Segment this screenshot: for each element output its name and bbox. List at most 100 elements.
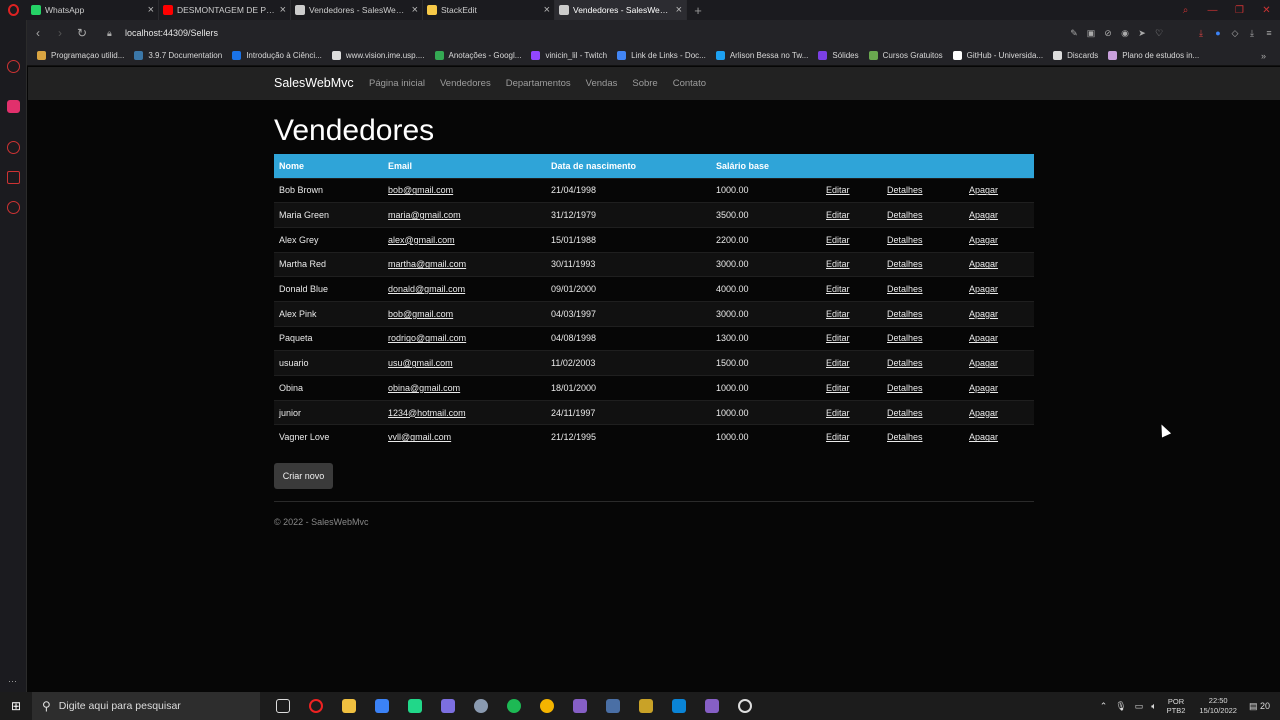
downloads-icon[interactable]: ⤓: [1247, 28, 1257, 38]
instagram-icon[interactable]: [7, 100, 20, 113]
send-icon[interactable]: ➤: [1137, 28, 1147, 38]
cube-icon[interactable]: ◇: [1230, 28, 1240, 38]
network-icon[interactable]: ▭: [1135, 701, 1144, 712]
seller-email-link[interactable]: bob@gmail.com: [388, 309, 453, 319]
details-link[interactable]: Detalhes: [887, 185, 923, 195]
browser-tab[interactable]: WhatsApp ×: [27, 0, 159, 20]
opera-menu-icon[interactable]: [0, 0, 27, 20]
volume-icon[interactable]: 🔈︎: [1151, 701, 1156, 712]
nav-link[interactable]: Contato: [673, 78, 706, 89]
visual-studio-2-icon[interactable]: [695, 692, 728, 720]
url-field[interactable]: localhost:44309/Sellers: [125, 28, 218, 38]
nav-link[interactable]: Vendedores: [440, 78, 491, 89]
forward-icon[interactable]: ›: [49, 26, 71, 40]
visual-studio-icon[interactable]: [563, 692, 596, 720]
bookmark-item[interactable]: Introdução à Ciênci...: [232, 51, 322, 60]
bookmark-item[interactable]: Anotações - Googl...: [434, 51, 521, 60]
browser-tab[interactable]: Vendedores - SalesWebMvc ×: [555, 0, 687, 20]
bookmark-item[interactable]: GitHub - Universida...: [952, 51, 1043, 60]
edit-link[interactable]: Editar: [826, 408, 850, 418]
history-icon[interactable]: [7, 141, 20, 154]
details-link[interactable]: Detalhes: [887, 210, 923, 220]
seller-email-link[interactable]: rodrigo@gmail.com: [388, 333, 466, 343]
speed-dial-icon[interactable]: [7, 60, 20, 73]
seller-email-link[interactable]: vvll@gmail.com: [388, 432, 451, 442]
tab-close-icon[interactable]: ×: [148, 4, 154, 16]
extensions-icon[interactable]: [7, 171, 20, 184]
delete-link[interactable]: Apagar: [969, 284, 998, 294]
delete-link[interactable]: Apagar: [969, 408, 998, 418]
vpn-icon[interactable]: ●: [1213, 28, 1223, 38]
details-link[interactable]: Detalhes: [887, 235, 923, 245]
settings-icon[interactable]: [7, 201, 20, 214]
seller-email-link[interactable]: obina@gmail.com: [388, 383, 460, 393]
bookmark-item[interactable]: Programaçao utilid...: [37, 51, 124, 60]
seller-email-link[interactable]: bob@gmail.com: [388, 185, 453, 195]
language-indicator[interactable]: POR PTB2: [1167, 697, 1186, 715]
edit-link[interactable]: Editar: [826, 333, 850, 343]
taskbar-search[interactable]: ⚲ Digite aqui para pesquisar: [32, 692, 260, 720]
delete-link[interactable]: Apagar: [969, 210, 998, 220]
bookmark-item[interactable]: Link de Links - Doc...: [617, 51, 706, 60]
git-icon[interactable]: [629, 692, 662, 720]
tab-close-icon[interactable]: ×: [544, 4, 550, 16]
nav-link[interactable]: Vendas: [586, 78, 618, 89]
close-window-button[interactable]: ✕: [1253, 0, 1280, 20]
bookmark-item[interactable]: www.vision.ime.usp....: [331, 51, 425, 60]
edit-link[interactable]: Editar: [826, 235, 850, 245]
edit-link[interactable]: Editar: [826, 383, 850, 393]
delete-link[interactable]: Apagar: [969, 432, 998, 442]
restore-button[interactable]: ❐: [1226, 0, 1253, 20]
edit-link[interactable]: Editar: [826, 185, 850, 195]
browser-tab[interactable]: StackEdit ×: [423, 0, 555, 20]
details-link[interactable]: Detalhes: [887, 284, 923, 294]
bookmark-item[interactable]: 3.9.7 Documentation: [134, 51, 222, 60]
heart-icon[interactable]: ♡: [1154, 28, 1164, 38]
bookmark-item[interactable]: Sólides: [818, 51, 859, 60]
app-icon-grey[interactable]: [464, 692, 497, 720]
new-tab-button[interactable]: +: [687, 0, 709, 20]
details-link[interactable]: Detalhes: [887, 432, 923, 442]
bookmark-item[interactable]: Discards: [1053, 51, 1098, 60]
edit-link[interactable]: Editar: [826, 259, 850, 269]
edit-icon[interactable]: ✎: [1069, 28, 1079, 38]
edit-link[interactable]: Editar: [826, 309, 850, 319]
file-explorer-icon[interactable]: [332, 692, 365, 720]
nav-link[interactable]: Página inicial: [369, 78, 425, 89]
seller-email-link[interactable]: 1234@hotmail.com: [388, 408, 466, 418]
nav-link[interactable]: Sobre: [632, 78, 657, 89]
delete-link[interactable]: Apagar: [969, 309, 998, 319]
delete-link[interactable]: Apagar: [969, 259, 998, 269]
vscode-icon[interactable]: [662, 692, 695, 720]
delete-link[interactable]: Apagar: [969, 333, 998, 343]
browser-tab[interactable]: DESMONTAGEM DE PEÇAS×: [159, 0, 291, 20]
seller-email-link[interactable]: maria@gmail.com: [388, 210, 461, 220]
details-link[interactable]: Detalhes: [887, 358, 923, 368]
tray-chevron-icon[interactable]: ⌃: [1100, 701, 1108, 712]
tab-close-icon[interactable]: ×: [412, 4, 418, 16]
more-bookmarks-icon[interactable]: »: [1261, 51, 1266, 61]
minimize-button[interactable]: —: [1199, 0, 1226, 20]
opera-app-icon[interactable]: [299, 692, 332, 720]
back-icon[interactable]: ‹: [27, 26, 49, 40]
bookmark-item[interactable]: vinicin_lil - Twitch: [531, 51, 607, 60]
create-new-button[interactable]: Criar novo: [274, 463, 333, 489]
edit-link[interactable]: Editar: [826, 358, 850, 368]
nav-link[interactable]: Departamentos: [506, 78, 571, 89]
bookmark-item[interactable]: Cursos Gratuitos: [868, 51, 943, 60]
chrome-icon[interactable]: [530, 692, 563, 720]
details-link[interactable]: Detalhes: [887, 383, 923, 393]
details-link[interactable]: Detalhes: [887, 309, 923, 319]
brand-link[interactable]: SalesWebMvc: [274, 76, 354, 90]
microphone-icon[interactable]: 🎙︎: [1115, 701, 1126, 712]
clock[interactable]: 22:50 15/10/2022: [1199, 696, 1237, 716]
download-icon-red[interactable]: ⤓: [1196, 28, 1206, 38]
spotify-icon[interactable]: [497, 692, 530, 720]
menu-icon[interactable]: ≡: [1264, 28, 1274, 38]
sql-server-icon[interactable]: [596, 692, 629, 720]
edit-link[interactable]: Editar: [826, 210, 850, 220]
windows-start-icon[interactable]: ⊞: [0, 692, 32, 720]
wallet-icon[interactable]: ◉: [1120, 28, 1130, 38]
delete-link[interactable]: Apagar: [969, 358, 998, 368]
opera-gx-icon[interactable]: [728, 692, 761, 720]
